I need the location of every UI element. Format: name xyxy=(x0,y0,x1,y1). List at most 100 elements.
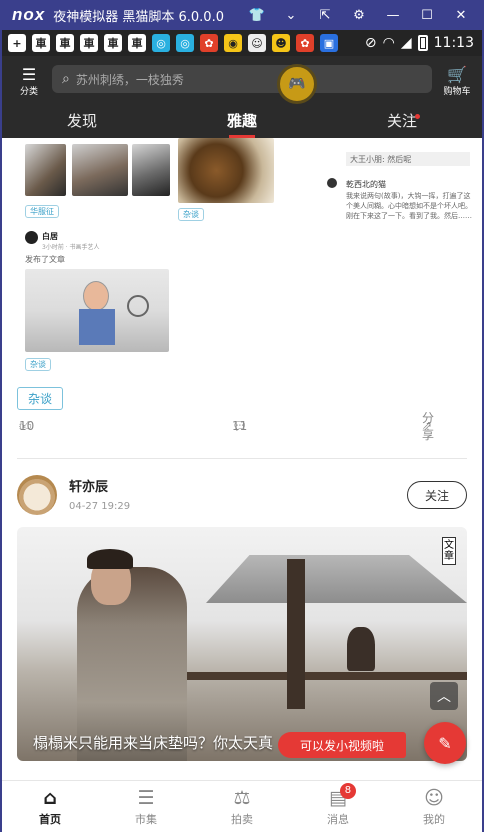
tab-follow[interactable]: 关注 xyxy=(322,106,482,138)
tab-discover[interactable]: 发现 xyxy=(2,106,162,138)
nav-label: 市集 xyxy=(135,813,157,826)
battery-icon xyxy=(417,35,428,51)
notification-app-icon: ☺ xyxy=(248,34,266,52)
maximize-icon[interactable]: ☐ xyxy=(410,8,444,23)
railing xyxy=(187,672,467,680)
auction-icon: ⚖ xyxy=(233,787,251,809)
mini-reply-hint: 大王小朋: 然后呢 xyxy=(350,155,412,164)
mini-avatar xyxy=(25,231,38,244)
top-tabs: 发现 雅趣 关注 xyxy=(2,106,482,138)
article-badge: 文章 xyxy=(442,537,456,565)
share-label: 分享 xyxy=(422,411,435,442)
tab-label: 发现 xyxy=(66,112,97,130)
home-icon: ⌂ xyxy=(43,787,57,809)
game-controller-button[interactable]: 🎮 xyxy=(277,64,317,104)
notification-app-icon: ▣ xyxy=(320,34,338,52)
figure-hair xyxy=(87,549,133,569)
post-cover-image[interactable]: 文章 榻榻米只能用来当床垫吗？你太天真 xyxy=(17,527,467,761)
notification-app-icon: ◉ xyxy=(224,34,242,52)
notification-app-icon: ◎ xyxy=(152,34,170,52)
notification-app-icon: 車 xyxy=(32,34,50,52)
nav-label: 拍卖 xyxy=(231,813,253,826)
like-count: 10 xyxy=(19,419,35,433)
cart-button[interactable]: 🛒 购物车 xyxy=(442,65,472,98)
status-time: 11:13 xyxy=(433,35,474,51)
scroll-to-top-button[interactable]: ︿ xyxy=(430,682,458,710)
cartoon-image[interactable] xyxy=(25,269,169,352)
game-controller-icon: 🎮 xyxy=(288,76,306,92)
tab-yaqu[interactable]: 雅趣 xyxy=(162,106,322,138)
notification-app-icon: 車 xyxy=(80,34,98,52)
mini-author: 白居 xyxy=(42,232,58,241)
notification-app-icon: 車 xyxy=(128,34,146,52)
mini-author-sub: 3小时前 · 书画手艺人 xyxy=(42,244,100,251)
video-tip[interactable]: 可以发小视频啦 xyxy=(278,732,406,758)
close-icon[interactable]: ✕ xyxy=(444,8,478,23)
notification-app-icon: 車 xyxy=(56,34,74,52)
notification-app-icon: 車 xyxy=(104,34,122,52)
author-name[interactable]: 轩亦辰 xyxy=(69,476,108,495)
mute-icon: ⊘ xyxy=(364,35,377,51)
food-photo[interactable] xyxy=(178,138,274,203)
plus-icon: + xyxy=(8,34,26,52)
post-divider xyxy=(17,458,467,459)
post-tag[interactable]: 杂谈 xyxy=(17,387,64,410)
signal-icon: ◢ xyxy=(400,35,412,51)
nav-me[interactable]: ☺ 我的 xyxy=(386,781,482,830)
notification-app-icon: ✿ xyxy=(296,34,314,52)
edit-icon: ✎ xyxy=(438,733,452,753)
cartoon-body xyxy=(79,309,115,345)
mini-comment-text: 我来说两句(故事)，大钩一挥，打遍了这个美人间糊。心中暗想如不是个坏人吧。刚在下… xyxy=(346,192,472,220)
category-label: 分类 xyxy=(19,87,38,97)
photo-thumbnail[interactable] xyxy=(25,144,66,196)
category-button[interactable]: ☰ 分类 xyxy=(16,65,42,98)
emulator-window-controls: 👕 ⌄ ⇱ ⚙ — ☐ ✕ xyxy=(240,0,478,30)
mini-tag: 杂谈 xyxy=(178,208,204,221)
avatar[interactable] xyxy=(17,475,57,515)
emulator-title: 夜神模拟器 黑猫脚本 6.0.0.0 xyxy=(53,9,224,25)
chevron-down-icon[interactable]: ⌄ xyxy=(274,8,308,23)
app-header: ☰ 分类 ⌕ 苏州刺绣，一枝独秀 🛒 购物车 🎮 发现 雅趣 关注 xyxy=(2,56,482,138)
cartoon-face xyxy=(83,281,109,311)
mini-avatar xyxy=(327,178,337,188)
user-icon: ☺ xyxy=(424,787,444,809)
search-icon: ⌕ xyxy=(62,71,70,87)
photo-thumbnail[interactable] xyxy=(72,144,128,196)
gear-icon[interactable]: ⚙ xyxy=(342,8,376,23)
follow-button[interactable]: 关注 xyxy=(407,481,467,509)
nav-auction[interactable]: ⚖ 拍卖 xyxy=(194,781,290,830)
cartoon-racket xyxy=(127,295,149,317)
cart-label: 购物车 xyxy=(443,87,471,97)
mini-reply-box: 大王小朋: 然后呢 xyxy=(346,152,470,166)
photo-thumbnail[interactable] xyxy=(132,144,170,196)
message-count-badge: 8 xyxy=(339,783,356,799)
market-icon: ☰ xyxy=(137,787,155,809)
mini-tag: 杂谈 xyxy=(25,358,51,371)
emulator-title-bar: nox 夜神模拟器 黑猫脚本 6.0.0.0 👕 ⌄ ⇱ ⚙ — ☐ ✕ xyxy=(0,0,484,30)
search-input[interactable]: ⌕ 苏州刺绣，一枝独秀 xyxy=(52,65,432,93)
compose-button[interactable]: ✎ xyxy=(424,722,466,764)
tab-label: 关注 xyxy=(386,112,417,130)
nav-label: 首页 xyxy=(39,813,61,826)
feed[interactable]: 华服征 杂谈 大王小朋: 然后呢 乾西北的猫 我来说两句(故事)，大钩一挥，打遍… xyxy=(2,138,482,780)
category-icon: ☰ xyxy=(21,65,37,84)
mini-action: 发布了文章 xyxy=(25,255,65,264)
mini-tag: 华服征 xyxy=(25,205,59,218)
minimize-icon[interactable]: — xyxy=(376,8,410,23)
shirt-icon[interactable]: 👕 xyxy=(240,8,274,23)
nav-messages[interactable]: ▤ 8 消息 xyxy=(290,781,386,830)
chevron-up-icon: ︿ xyxy=(437,689,451,705)
new-dot xyxy=(415,114,420,119)
pin-icon[interactable]: ⇱ xyxy=(308,8,342,23)
wifi-icon: ◠ xyxy=(382,35,395,51)
search-placeholder: 苏州刺绣，一枝独秀 xyxy=(75,72,184,87)
image-caption: 榻榻米只能用来当床垫吗？你太天真 xyxy=(33,734,274,752)
post-actions: 👍︎ 10 💬︎ 11 ⇗ 分享 xyxy=(17,411,467,444)
nav-label: 我的 xyxy=(423,813,445,826)
cart-icon: 🛒 xyxy=(447,65,467,84)
nav-home[interactable]: ⌂ 首页 xyxy=(2,781,98,830)
pillar xyxy=(287,559,305,709)
nav-market[interactable]: ☰ 市集 xyxy=(98,781,194,830)
notification-app-icon: ☻ xyxy=(272,34,290,52)
bottom-nav: ⌂ 首页 ☰ 市集 ⚖ 拍卖 ▤ 8 消息 ☺ 我的 xyxy=(2,780,482,830)
